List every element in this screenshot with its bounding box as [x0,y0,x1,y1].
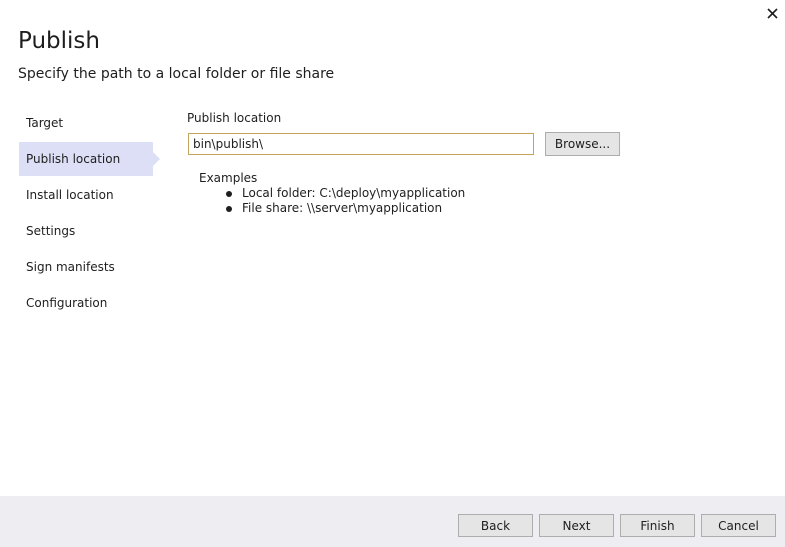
dialog-footer: Back Next Finish Cancel [0,496,785,547]
examples-title: Examples [199,171,258,185]
cancel-button[interactable]: Cancel [701,514,776,537]
dialog-title: Publish [18,28,100,54]
nav-item-configuration[interactable]: Configuration [19,286,153,320]
publish-location-input[interactable] [188,133,534,155]
finish-button[interactable]: Finish [620,514,695,537]
examples-list: Local folder: C:\deploy\myapplication Fi… [199,186,465,216]
browse-button[interactable]: Browse... [545,132,620,156]
nav-item-sign-manifests[interactable]: Sign manifests [19,250,153,284]
publish-dialog: Publish Specify the path to a local fold… [0,0,785,547]
publish-location-label: Publish location [187,111,282,125]
nav-item-install-location[interactable]: Install location [19,178,153,212]
nav-item-publish-location[interactable]: Publish location [19,142,160,176]
example-local-folder: Local folder: C:\deploy\myapplication [199,186,465,201]
back-button[interactable]: Back [458,514,533,537]
close-icon [766,7,778,19]
wizard-nav: Target Publish location Install location… [19,106,161,322]
examples-section: Examples Local folder: C:\deploy\myappli… [199,171,465,216]
nav-item-target[interactable]: Target [19,106,153,140]
dialog-subtitle: Specify the path to a local folder or fi… [18,66,335,82]
example-file-share: File share: \\server\myapplication [199,201,465,216]
next-button[interactable]: Next [539,514,614,537]
close-button[interactable] [763,4,781,22]
nav-item-settings[interactable]: Settings [19,214,153,248]
